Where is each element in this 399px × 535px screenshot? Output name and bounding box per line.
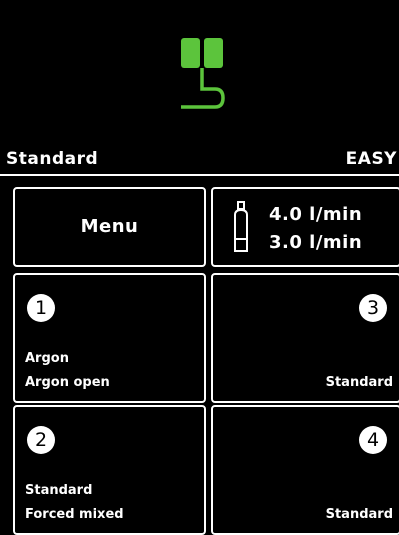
gas-bottle-icon	[234, 201, 248, 252]
program-number-badge: 1	[27, 294, 55, 322]
torch-connector-icon	[181, 38, 225, 109]
program-number-badge: 3	[359, 294, 387, 322]
menu-button-label: Menu	[80, 216, 139, 237]
gas-flow-actual: 3.0 l/min	[269, 232, 363, 253]
gas-flow-button[interactable]: 4.0 l/min 3.0 l/min	[211, 187, 399, 267]
program-number-badge: 4	[359, 426, 387, 454]
program-3-button[interactable]: 3 Standard	[211, 273, 399, 403]
mode-label: Standard	[6, 149, 99, 169]
program-mode-label: Standard	[325, 507, 393, 522]
program-mode-label: Forced mixed	[25, 507, 124, 522]
program-number-badge: 2	[27, 426, 55, 454]
program-mode-label: Standard	[325, 375, 393, 390]
program-gas-label: Standard	[25, 483, 93, 498]
program-4-button[interactable]: 4 Standard	[211, 405, 399, 535]
gas-flow-set: 4.0 l/min	[269, 204, 363, 225]
program-mode-label: Argon open	[25, 375, 110, 390]
program-2-button[interactable]: 2 Standard Forced mixed	[13, 405, 206, 535]
program-gas-label: Argon	[25, 351, 69, 366]
status-header: Standard EASY	[0, 148, 399, 176]
level-label: EASY	[345, 149, 397, 169]
program-1-button[interactable]: 1 Argon Argon open	[13, 273, 206, 403]
menu-button[interactable]: Menu	[13, 187, 206, 267]
